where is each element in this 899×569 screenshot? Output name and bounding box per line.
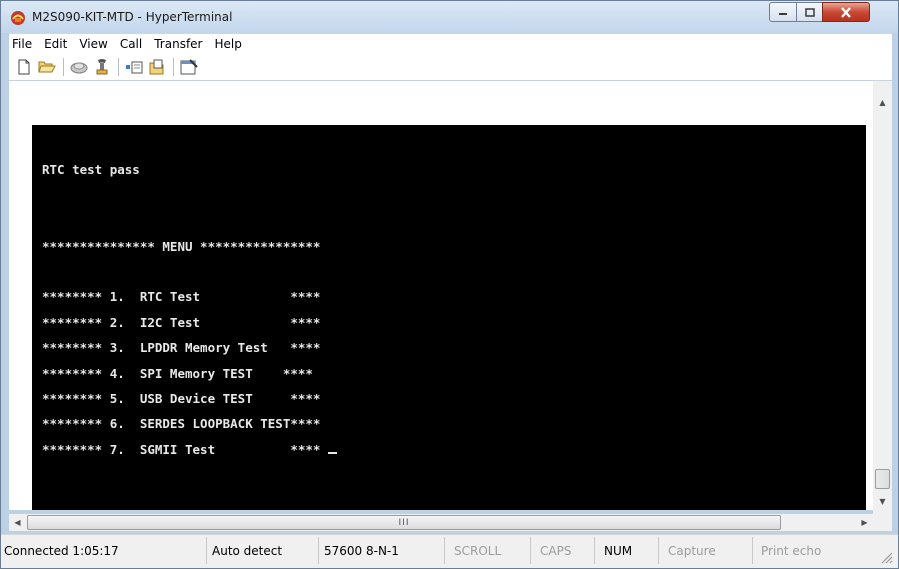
receive-button[interactable]: [146, 57, 167, 77]
terminal-line: ******** 4. SPI Memory TEST ****: [42, 365, 313, 381]
scroll-up-arrow-icon[interactable]: ▲: [873, 94, 892, 111]
menu-bar: File Edit View Call Transfer Help: [9, 33, 892, 53]
call-button[interactable]: [91, 57, 112, 77]
new-icon: [18, 59, 29, 74]
hyperterminal-icon[interactable]: [10, 10, 26, 26]
scrollbar-corner: [873, 510, 892, 531]
toolbar-separator: [118, 57, 119, 76]
vertical-scrollbar-track[interactable]: ▲: [873, 81, 892, 111]
send-button[interactable]: [123, 57, 144, 77]
status-print-echo: Print echo: [752, 537, 862, 564]
close-button[interactable]: [822, 2, 870, 22]
status-detect: Auto detect: [206, 537, 318, 564]
minimize-button[interactable]: [769, 2, 797, 22]
title-bar[interactable]: M2S090-KIT-MTD - HyperTerminal: [1, 1, 898, 33]
properties-button[interactable]: [178, 57, 199, 77]
terminal-line: ******** 2. I2C Test ****: [42, 314, 321, 330]
status-scroll: SCROLL: [444, 537, 530, 564]
status-capture: Capture: [658, 537, 752, 564]
terminal-client-area: [9, 81, 892, 111]
status-caps: CAPS: [530, 537, 594, 564]
vertical-scrollbar[interactable]: ▼: [873, 111, 892, 510]
receive-icon: [149, 59, 163, 74]
terminal-screen[interactable]: RTC test pass *************** MENU *****…: [32, 125, 866, 510]
toolbar-separator: [63, 57, 64, 76]
terminal-cursor: [327, 451, 337, 454]
toolbar-separator: [173, 57, 174, 76]
minimize-icon: [779, 13, 787, 15]
menu-view[interactable]: View: [73, 37, 113, 51]
status-connected: Connected 1:05:17: [4, 543, 119, 558]
open-icon: [37, 61, 56, 73]
maximize-button[interactable]: [796, 2, 823, 22]
maximize-icon: [804, 7, 815, 17]
send-icon: [125, 61, 142, 73]
scroll-down-arrow-icon[interactable]: ▼: [873, 493, 892, 510]
scroll-grip: III: [398, 517, 410, 528]
terminal-line: RTC test pass: [42, 162, 140, 178]
menu-transfer[interactable]: Transfer: [148, 37, 208, 51]
terminal-line: ******** 1. RTC Test ****: [42, 289, 321, 305]
status-bar: Connected 1:05:17 Auto detect 57600 8-N-…: [1, 534, 898, 568]
horizontal-scroll-thumb[interactable]: III: [27, 515, 781, 530]
close-icon: [841, 6, 851, 18]
terminal-line: ******** 3. LPDDR Memory Test ****: [42, 340, 321, 356]
new-button[interactable]: [13, 57, 34, 77]
terminal-line: *************** MENU ****************: [42, 238, 321, 254]
vertical-scroll-thumb[interactable]: [875, 469, 890, 489]
hyperterminal-window: M2S090-KIT-MTD - HyperTerminal File Edit…: [0, 0, 899, 569]
terminal-line: ******** 5. USB Device TEST ****: [42, 391, 321, 407]
scroll-left-arrow-icon[interactable]: ◀: [9, 514, 26, 531]
window-title: M2S090-KIT-MTD - HyperTerminal: [32, 10, 233, 24]
horizontal-scrollbar[interactable]: ◀ III ▶: [9, 514, 873, 531]
menu-file[interactable]: File: [9, 37, 38, 51]
terminal-line: ******** 7. SGMII Test ****: [42, 437, 866, 462]
menu-help[interactable]: Help: [209, 37, 248, 51]
open-button[interactable]: [36, 57, 57, 77]
toolbar: [9, 53, 892, 81]
status-settings: 57600 8-N-1: [318, 537, 444, 564]
disconnect-button[interactable]: [68, 57, 89, 77]
terminal-line: ******** 6. SERDES LOOPBACK TEST****: [42, 416, 321, 432]
scroll-right-arrow-icon[interactable]: ▶: [856, 514, 873, 531]
menu-edit[interactable]: Edit: [38, 37, 73, 51]
status-num: NUM: [594, 537, 658, 564]
call-icon: [96, 59, 107, 75]
resize-grip-icon[interactable]: [879, 550, 893, 564]
properties-icon: [180, 58, 198, 74]
menu-call[interactable]: Call: [114, 37, 148, 51]
disconnect-icon: [70, 62, 87, 73]
